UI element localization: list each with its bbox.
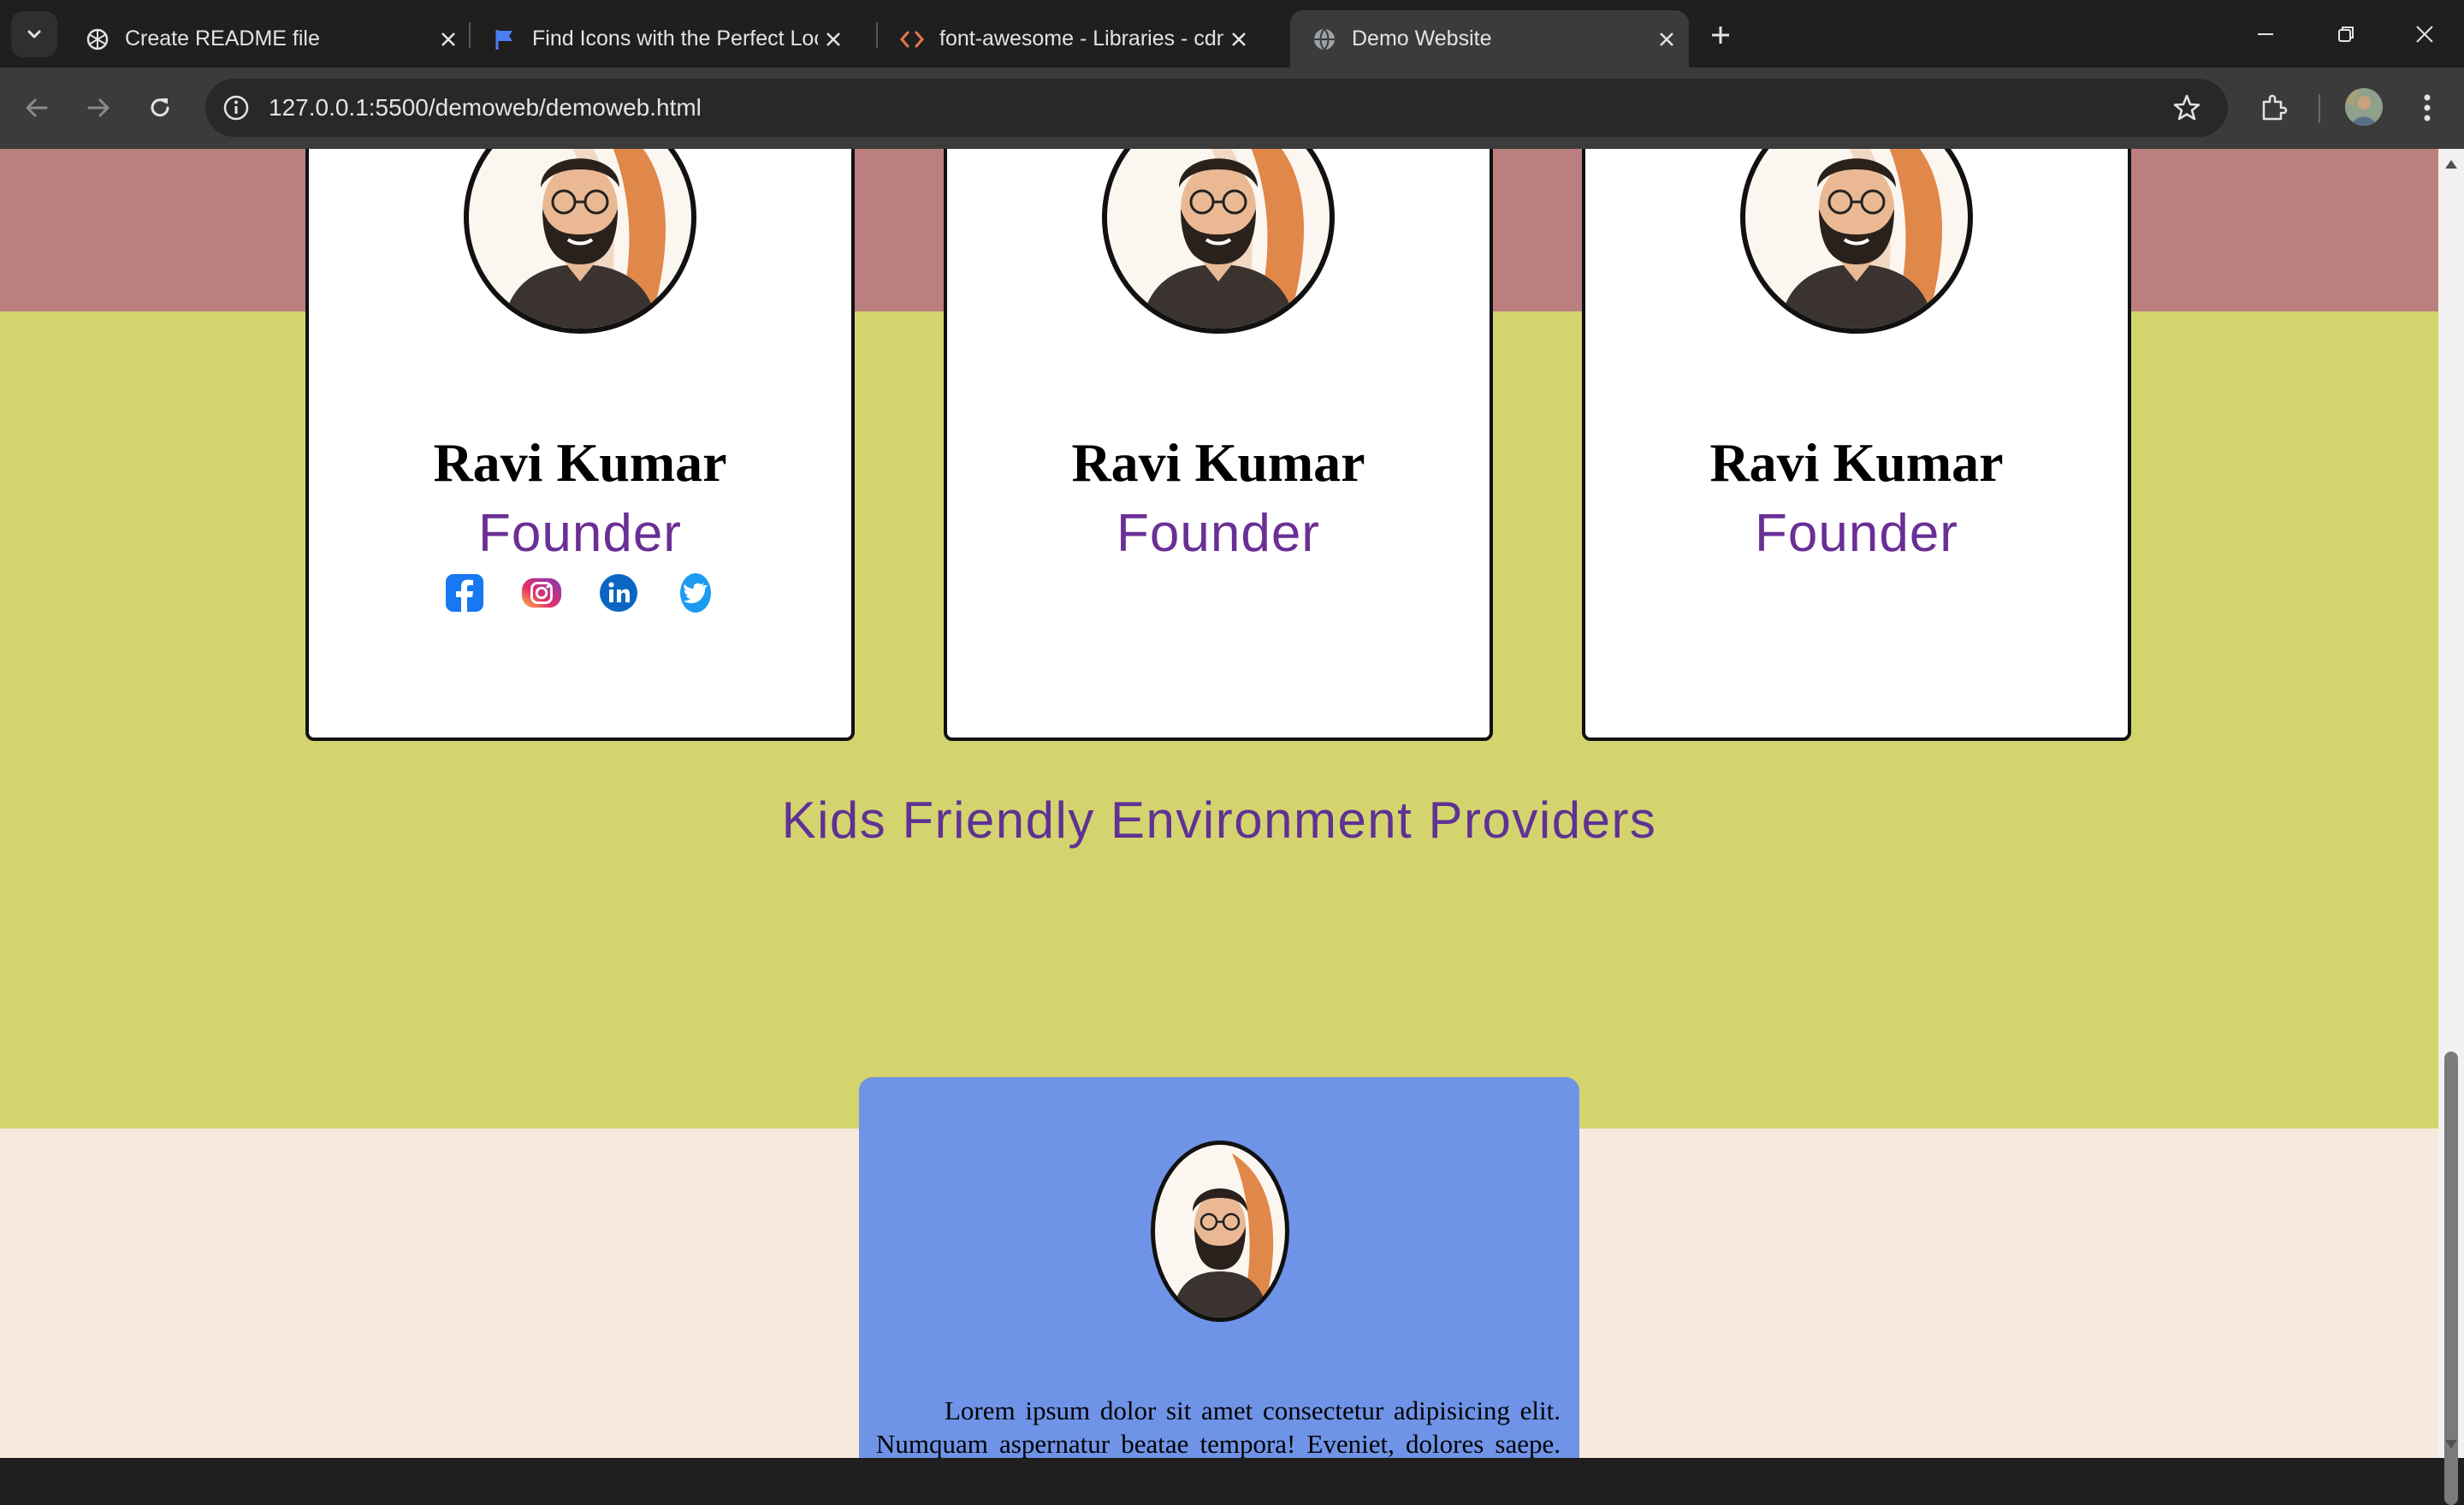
member-name: Ravi Kumar: [1071, 432, 1365, 493]
section-heading: Kids Friendly Environment Providers: [781, 791, 1657, 849]
linkedin-icon[interactable]: [597, 572, 640, 614]
close-window-button[interactable]: [2406, 15, 2443, 53]
browser-toolbar: 127.0.0.1:5500/demoweb/demoweb.html: [0, 68, 2464, 149]
site-info-icon[interactable]: [217, 89, 255, 127]
facebook-icon[interactable]: [443, 572, 486, 614]
tab-title: Create README file: [125, 27, 320, 50]
feature-description: Lorem ipsum dolor sit amet consectetur a…: [876, 1395, 1561, 1458]
team-card: Ravi Kumar Founder: [305, 149, 855, 741]
member-role: Founder: [1116, 504, 1320, 563]
close-icon[interactable]: [818, 24, 849, 55]
toolbar-divider: [2319, 94, 2320, 123]
reload-icon: [151, 98, 169, 117]
avatar: [1102, 149, 1335, 334]
forward-button[interactable]: [79, 88, 118, 127]
close-icon[interactable]: [1223, 24, 1254, 55]
back-button[interactable]: [17, 88, 56, 127]
reload-button[interactable]: [140, 88, 180, 127]
tab-demo-website[interactable]: Demo Website: [1290, 10, 1689, 68]
code-icon: [898, 26, 926, 53]
openai-icon: [84, 26, 111, 53]
avatar: [1740, 149, 1973, 334]
social-links: [309, 572, 851, 614]
new-tab-button[interactable]: [1703, 17, 1738, 53]
flag-icon: [491, 26, 518, 53]
member-name: Ravi Kumar: [1709, 432, 2004, 493]
bookmark-star-icon[interactable]: [2170, 91, 2204, 125]
globe-icon: [1311, 26, 1338, 53]
close-icon: [2416, 26, 2433, 43]
member-name: Ravi Kumar: [433, 432, 727, 493]
plus-icon: [1712, 27, 1729, 44]
extensions-icon[interactable]: [2254, 88, 2293, 127]
close-icon[interactable]: [1651, 24, 1682, 55]
scroll-down-arrow-icon[interactable]: [2438, 1434, 2464, 1455]
tab-find-icons[interactable]: Find Icons with the Perfect Look: [471, 10, 878, 68]
tab-search-button[interactable]: [11, 11, 57, 57]
tab-title: font-awesome - Libraries - cdnjs: [939, 27, 1223, 50]
restore-icon: [2338, 27, 2354, 42]
minimize-button[interactable]: [2247, 15, 2284, 53]
page-viewport: Ravi Kumar Founder Ravi Kumar Founder Ra…: [0, 149, 2438, 1458]
arrow-right-icon: [87, 98, 110, 117]
page-scrollbar[interactable]: [2438, 149, 2464, 1505]
profile-avatar[interactable]: [2345, 88, 2383, 126]
instagram-icon[interactable]: [520, 572, 563, 614]
member-role: Founder: [1755, 504, 1958, 563]
avatar: [464, 149, 696, 334]
arrow-left-icon: [26, 98, 48, 117]
url-text[interactable]: 127.0.0.1:5500/demoweb/demoweb.html: [269, 94, 702, 121]
address-bar[interactable]: 127.0.0.1:5500/demoweb/demoweb.html: [205, 79, 2228, 137]
minimize-icon: [2258, 33, 2273, 35]
avatar: [1151, 1141, 1289, 1322]
team-card: Ravi Kumar Founder: [1582, 149, 2131, 741]
feature-card: Lorem ipsum dolor sit amet consectetur a…: [859, 1077, 1579, 1458]
twitter-icon[interactable]: [674, 572, 717, 614]
tab-font-awesome[interactable]: font-awesome - Libraries - cdnjs: [878, 10, 1285, 68]
team-card: Ravi Kumar Founder: [944, 149, 1493, 741]
tab-strip: Create README file Find Icons with the P…: [0, 0, 2464, 68]
close-icon[interactable]: [433, 24, 464, 55]
menu-dots-icon[interactable]: [2408, 88, 2447, 127]
tab-title: Find Icons with the Perfect Look: [532, 27, 818, 50]
restore-button[interactable]: [2327, 15, 2365, 53]
tab-title: Demo Website: [1352, 27, 1492, 50]
chevron-down-icon: [27, 30, 41, 39]
scroll-up-arrow-icon[interactable]: [2438, 154, 2464, 175]
tab-create-readme[interactable]: Create README file: [63, 10, 471, 68]
member-role: Founder: [478, 504, 682, 563]
